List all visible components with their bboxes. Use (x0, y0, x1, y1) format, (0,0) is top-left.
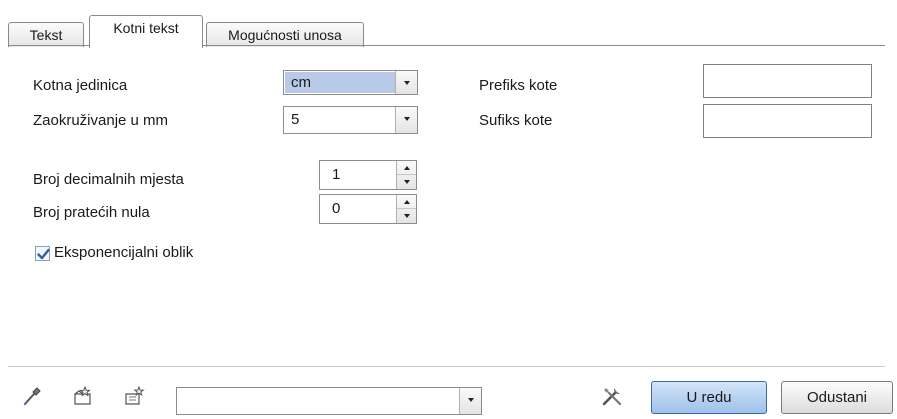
prefix-label: Prefiks kote (479, 77, 558, 94)
chevron-down-icon[interactable] (395, 107, 417, 133)
decimals-value: 1 (332, 166, 341, 183)
tools-icon[interactable] (600, 384, 624, 408)
stepper-up-icon[interactable] (397, 161, 416, 175)
trailing-zeros-stepper[interactable]: 0 (319, 194, 417, 224)
open-favorites-icon[interactable] (72, 385, 94, 407)
chevron-down-icon[interactable] (395, 71, 417, 94)
stepper-buttons (396, 195, 416, 223)
ok-button[interactable]: U redu (651, 381, 767, 414)
exponential-label: Eksponencijalni oblik (54, 244, 194, 261)
rounding-label: Zaokruživanje u mm (33, 112, 169, 129)
save-favorites-icon[interactable] (124, 385, 146, 407)
unit-value: cm (285, 72, 395, 93)
favorites-value (178, 389, 459, 413)
trailing-zeros-label: Broj pratećih nula (33, 204, 150, 221)
panel-divider (8, 366, 885, 367)
stepper-down-icon[interactable] (397, 209, 416, 223)
stepper-buttons (396, 161, 416, 189)
chevron-down-icon[interactable] (459, 388, 481, 414)
cancel-button[interactable]: Odustani (781, 381, 893, 414)
exponential-checkbox[interactable] (35, 246, 50, 261)
favorites-select[interactable] (176, 387, 482, 415)
checkmark-icon (37, 248, 50, 260)
suffix-input[interactable] (703, 104, 872, 138)
tab-kotni-tekst[interactable]: Kotni tekst (89, 15, 203, 48)
rounding-select[interactable]: 5 (283, 106, 418, 134)
stepper-down-icon[interactable] (397, 175, 416, 189)
prefix-input[interactable] (703, 64, 872, 98)
rounding-value: 5 (291, 111, 300, 128)
decimals-stepper[interactable]: 1 (319, 160, 417, 190)
eyedropper-icon[interactable] (21, 385, 43, 407)
tab-mogucnosti-unosa[interactable]: Mogućnosti unosa (206, 22, 364, 47)
tab-tekst[interactable]: Tekst (8, 22, 84, 47)
unit-label: Kotna jedinica (33, 77, 128, 94)
unit-select[interactable]: cm (283, 70, 418, 95)
decimals-label: Broj decimalnih mjesta (33, 171, 184, 188)
trailing-zeros-value: 0 (332, 200, 341, 217)
stepper-up-icon[interactable] (397, 195, 416, 209)
suffix-label: Sufiks kote (479, 112, 553, 129)
